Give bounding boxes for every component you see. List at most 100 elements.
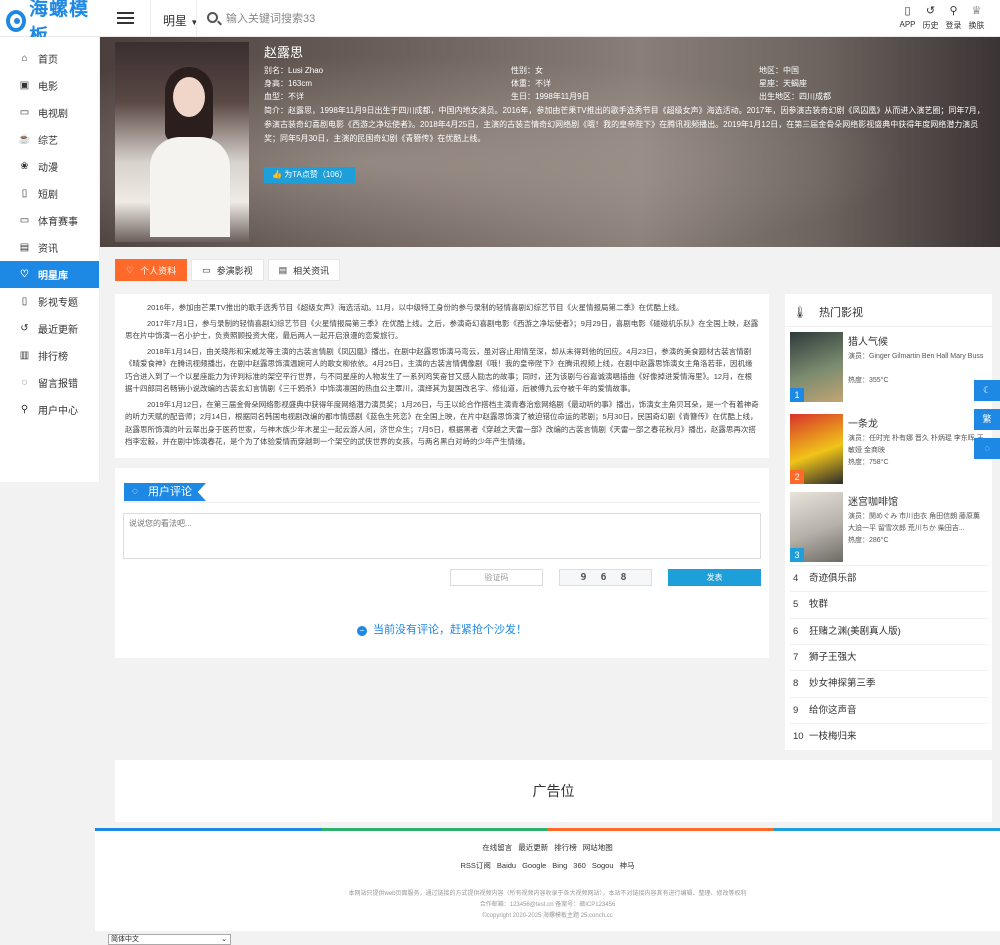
- comment-textarea[interactable]: [123, 513, 761, 559]
- hot-list-card: 🌡 热门影视 1 猎人气候 演员：Ginger Gilmartin Ben Hall…: [785, 294, 992, 750]
- portrait-dress: [150, 137, 230, 237]
- star-name: 赵露思: [264, 45, 304, 60]
- footer-link[interactable]: 最近更新: [518, 843, 548, 852]
- hot-title-text: 热门影视: [819, 307, 864, 319]
- divider: [196, 0, 197, 37]
- footer-engine-link[interactable]: 神马: [620, 861, 635, 870]
- sidebar-item-13[interactable]: ⚲ 用户中心: [0, 396, 99, 423]
- rank-number: 6: [793, 625, 799, 637]
- hot-item-actors: 演员：関めぐみ 市川由衣 角田信朗 藤原薫 大迫一平 留雪次郎 荒川ちか 柴田吉…: [848, 513, 981, 532]
- poster-thumbnail[interactable]: 1: [790, 332, 843, 402]
- sidebar-item-4[interactable]: ❀ 动漫: [0, 153, 99, 180]
- footer-engine-link[interactable]: RSS订阅: [460, 861, 490, 870]
- top-action-label: 历史: [922, 21, 939, 30]
- tab-label: 相关资讯: [293, 265, 330, 276]
- hot-list-row[interactable]: 4 奇迹俱乐部: [793, 566, 857, 592]
- tab-0[interactable]: ♡ 个人资料: [115, 259, 188, 281]
- sidebar-item-label: 最近更新: [38, 325, 78, 336]
- rank-badge: 1: [790, 388, 804, 402]
- top-action-2[interactable]: ⚲ 登录: [942, 3, 965, 31]
- sidebar-item-2[interactable]: ▭ 电视剧: [0, 99, 99, 126]
- comment-icon[interactable]: ◌: [974, 438, 1000, 459]
- menu-toggle-icon[interactable]: [117, 12, 134, 25]
- top-action-3[interactable]: ♕ 换肤: [965, 3, 988, 31]
- tab-1[interactable]: ▭ 参演影视: [191, 259, 264, 281]
- sidebar-item-label: 电视剧: [38, 109, 68, 120]
- top-action-0[interactable]: ▯ APP: [896, 3, 919, 31]
- hot-list-row[interactable]: 10 一枝梅归来: [793, 724, 857, 750]
- star-field: 性别：女: [511, 66, 543, 75]
- language-select[interactable]: 简体中文 ⌄: [108, 934, 231, 945]
- footer-notes: 本网站只提供web页面服务，通过链接的方式提供视频内容（所有视频内容收录于各大视…: [95, 889, 1000, 922]
- search-input[interactable]: [226, 9, 526, 29]
- sidebar-item-1[interactable]: ▣ 电影: [0, 72, 99, 99]
- bio-paragraph: 2016年，参加由芒果TV推出的歌手选秀节目《超级女声》海选活动。11月，以中级…: [147, 303, 684, 312]
- moon-icon[interactable]: ☾: [974, 380, 1000, 401]
- footer-engine-link[interactable]: Bing: [552, 861, 567, 870]
- search-icon[interactable]: [207, 12, 218, 23]
- hot-row-title: 妙女神探第三季: [809, 678, 876, 690]
- hot-item-title[interactable]: 一条龙: [848, 415, 878, 430]
- top-action-1[interactable]: ↺ 历史: [919, 3, 942, 31]
- hot-list-row[interactable]: 8 妙女神探第三季: [793, 671, 876, 697]
- comment-title-badge: ◌ 用户评论: [124, 483, 206, 501]
- history-icon: ↺: [20, 323, 29, 334]
- sidebar-item-label: 动漫: [38, 163, 58, 174]
- poster-thumbnail[interactable]: 3: [790, 492, 843, 562]
- film-icon: ▣: [19, 80, 30, 91]
- footer-engine-link[interactable]: Google: [522, 861, 546, 870]
- captcha-image[interactable]: 9 6 8: [559, 569, 652, 586]
- sidebar-item-12[interactable]: ◌ 留言报错: [0, 369, 99, 396]
- sidebar-item-3[interactable]: ☕ 综艺: [0, 126, 99, 153]
- hot-item-title[interactable]: 迷宫咖啡馆: [848, 493, 898, 508]
- top-action-label: 登录: [945, 21, 962, 30]
- hot-list-row[interactable]: 5 牧群: [793, 592, 828, 618]
- sidebar-item-0[interactable]: ⌂ 首页: [0, 45, 99, 72]
- footer-link[interactable]: 在线留言: [482, 843, 512, 852]
- profile-tabs: ♡ 个人资料 ▭ 参演影视 ▤ 相关资讯: [115, 259, 341, 281]
- heart-icon: ♡: [126, 264, 135, 275]
- hot-list-row[interactable]: 9 给你这声音: [793, 698, 857, 724]
- float-tools: ☾ 繁 ◌: [974, 380, 1000, 467]
- footer-engine-link[interactable]: 360: [573, 861, 586, 870]
- user-icon: ⚲: [949, 5, 958, 17]
- sidebar-item-label: 留言报错: [38, 379, 78, 390]
- comment-card: ◌ 用户评论 验证码 9 6 8 发表 − 当前没有评论，赶紧抢个沙发！: [115, 468, 769, 658]
- hot-item[interactable]: 3 迷宫咖啡馆演员：関めぐみ 市川由衣 角田信朗 藤原薫 大迫一平 留雪次郎 荒川…: [790, 489, 990, 564]
- history-icon: ↺: [925, 5, 936, 17]
- empty-comments-text: 当前没有评论，赶紧抢个沙发！: [373, 624, 528, 636]
- sidebar-item-label: 影视专题: [38, 298, 78, 309]
- category-label: 明星: [163, 14, 188, 28]
- translate-icon[interactable]: 繁: [974, 409, 1000, 430]
- hot-list-row[interactable]: 6 狂赌之渊(美剧真人版): [793, 619, 901, 645]
- submit-comment-button[interactable]: 发表: [668, 569, 761, 586]
- sidebar-item-8[interactable]: ♡ 明星库: [0, 261, 99, 288]
- footer-engine-link[interactable]: Baidu: [497, 861, 516, 870]
- footer-link[interactable]: 排行榜: [554, 843, 577, 852]
- sidebar-item-11[interactable]: ▥ 排行榜: [0, 342, 99, 369]
- tab-2[interactable]: ▤ 相关资讯: [267, 259, 341, 281]
- rank-number: 5: [793, 599, 799, 611]
- vote-button[interactable]: 👍 为TA点赞（106）: [264, 167, 356, 183]
- category-select[interactable]: 明星 ▼: [163, 12, 198, 29]
- sidebar-item-label: 用户中心: [38, 406, 78, 417]
- sidebar-item-label: 电影: [38, 82, 58, 93]
- sidebar-item-10[interactable]: ↺ 最近更新: [0, 315, 99, 342]
- footer-link[interactable]: 网站地图: [583, 843, 613, 852]
- sidebar-item-9[interactable]: ▯ 影视专题: [0, 288, 99, 315]
- sidebar-item-6[interactable]: ▭ 体育赛事: [0, 207, 99, 234]
- sidebar-item-label: 综艺: [38, 136, 58, 147]
- site-logo[interactable]: 海螺模板: [6, 0, 98, 47]
- footer: 在线留言 最近更新 排行榜 网站地图 RSS订阅 Baidu Google Bing 360 S…: [95, 831, 1000, 931]
- sidebar: ⌂ 首页 ▣ 电影 ▭ 电视剧 ☕ 综艺 ❀ 动漫 ▯ 短剧 ▭ 体育赛事 ▤ 资讯 ♡ 明星库 ▯ 影视专题 ↺ 最近更…: [0, 37, 100, 482]
- hot-row-title: 奇迹俱乐部: [809, 573, 857, 584]
- poster-thumbnail[interactable]: 2: [790, 414, 843, 484]
- hot-item[interactable]: 2 一条龙 演员：任时完 朴有娜 晋久 朴炳琨 李东晖 王敏娅 金商映 热度：758°…: [790, 411, 990, 486]
- sidebar-item-7[interactable]: ▤ 资讯: [0, 234, 99, 261]
- sidebar-item-5[interactable]: ▯ 短剧: [0, 180, 99, 207]
- hot-item-title[interactable]: 猎人气候: [848, 333, 888, 348]
- captcha-input[interactable]: 验证码: [450, 569, 543, 586]
- hot-item[interactable]: 1 猎人气候 演员：Ginger Gilmartin Ben Hall Mary B…: [790, 329, 990, 404]
- footer-engine-link[interactable]: Sogou: [592, 861, 614, 870]
- hot-list-row[interactable]: 7 狮子王强大: [793, 645, 857, 671]
